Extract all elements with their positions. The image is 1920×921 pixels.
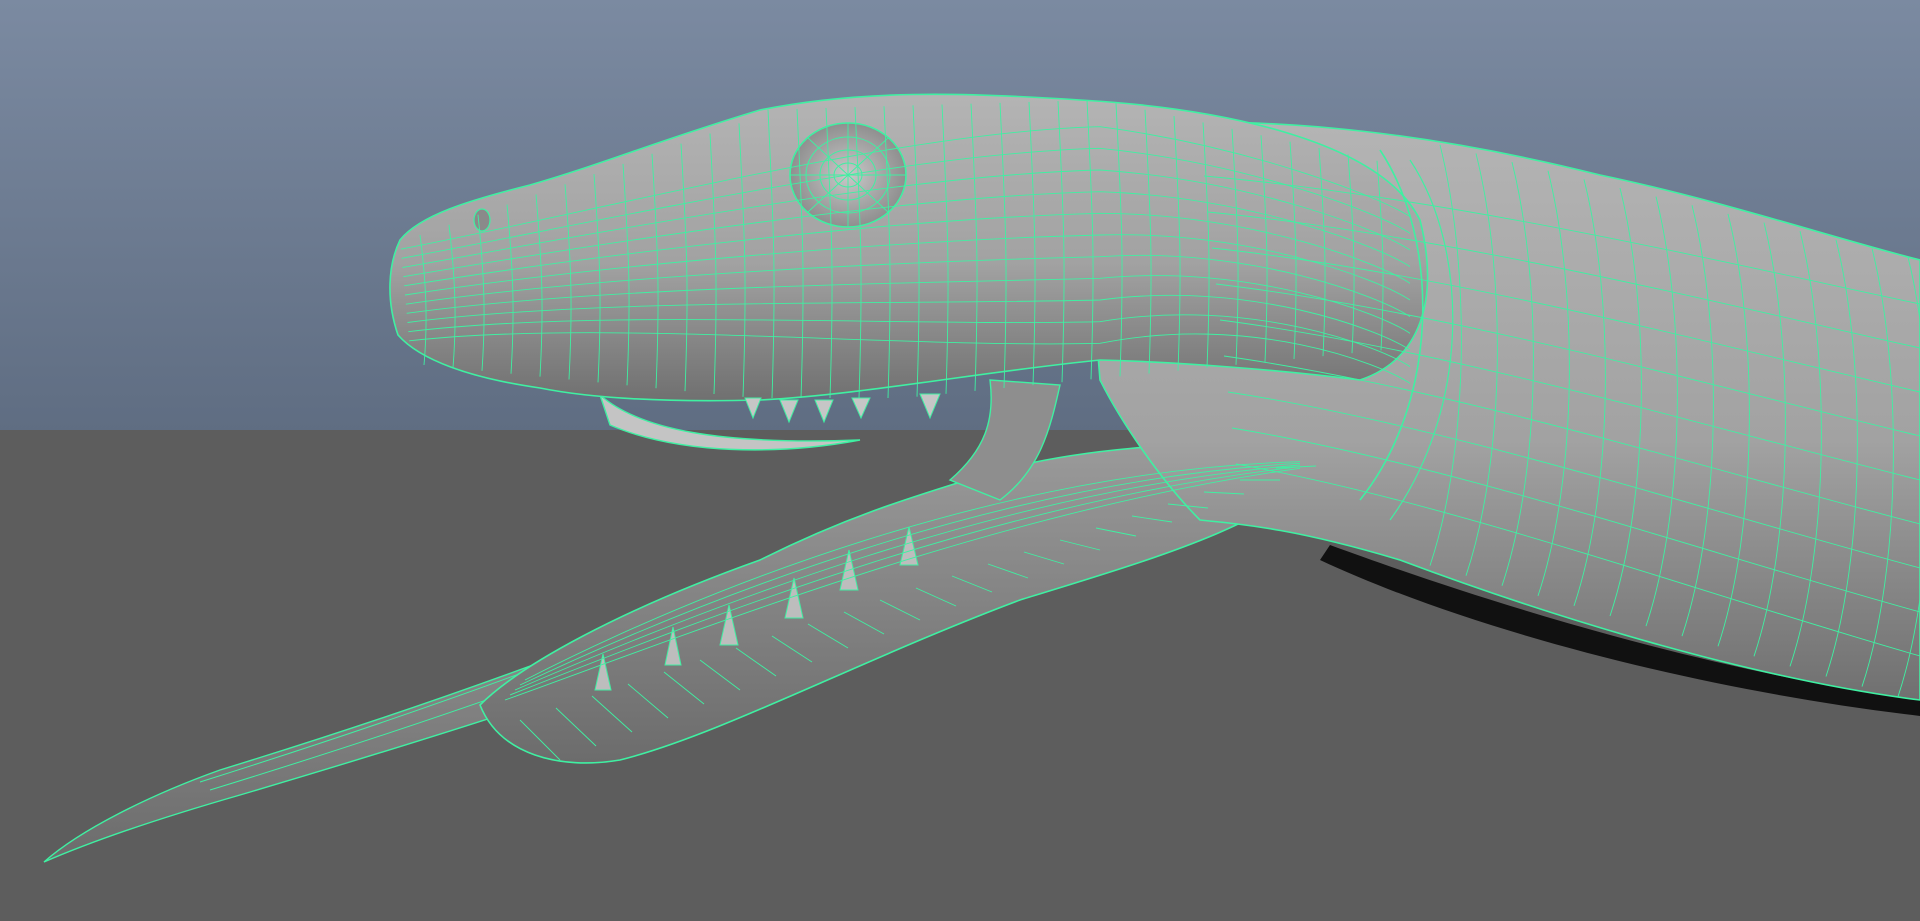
viewport-scene[interactable] — [0, 0, 1920, 921]
3d-viewport[interactable] — [0, 0, 1920, 921]
nostril — [473, 208, 491, 232]
